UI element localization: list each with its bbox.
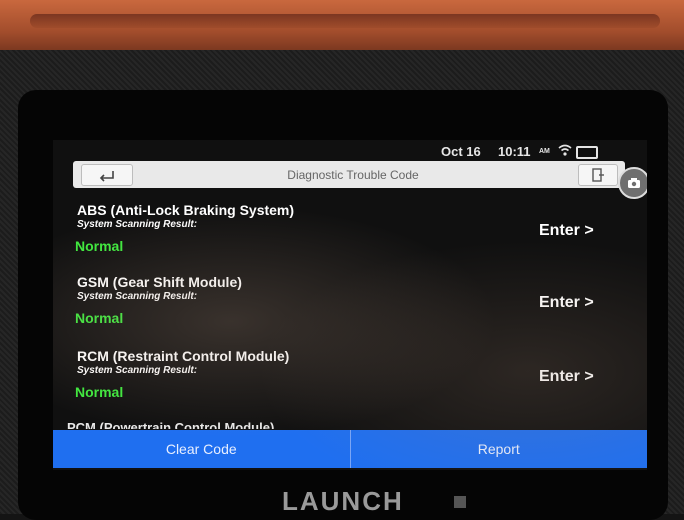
system-item-rcm[interactable]: RCM (Restraint Control Module) System Sc…: [53, 338, 647, 408]
battery-icon: [576, 146, 598, 159]
scan-result-label: System Scanning Result:: [77, 365, 198, 376]
system-list: ABS (Anti-Lock Braking System) System Sc…: [53, 192, 647, 430]
exit-button[interactable]: [578, 164, 618, 186]
bottom-action-bar: Clear Code Report: [53, 430, 647, 468]
back-button[interactable]: [81, 164, 133, 186]
scan-result-value: Normal: [75, 310, 124, 326]
system-name: RCM (Restraint Control Module): [77, 348, 290, 364]
status-ampm: AM: [539, 148, 550, 155]
enter-button[interactable]: Enter >: [539, 294, 594, 312]
exit-door-icon: [592, 168, 604, 182]
status-time: 10:11: [498, 144, 531, 159]
enter-button[interactable]: Enter >: [539, 222, 594, 240]
title-bar: Diagnostic Trouble Code: [73, 161, 647, 199]
scan-result-value: Normal: [75, 384, 124, 400]
system-name: GSM (Gear Shift Module): [77, 274, 242, 290]
system-name: ABS (Anti-Lock Braking System): [77, 202, 295, 218]
status-date: Oct 16: [441, 144, 481, 159]
case-slot: [30, 14, 660, 28]
system-item-abs[interactable]: ABS (Anti-Lock Braking System) System Sc…: [53, 192, 647, 262]
back-arrow-icon: [99, 171, 114, 182]
system-item-partial[interactable]: PCM (Powertrain Control Module): [67, 420, 274, 429]
scan-result-label: System Scanning Result:: [77, 219, 198, 230]
page-title: Diagnostic Trouble Code: [287, 168, 419, 182]
report-button[interactable]: Report: [351, 430, 648, 468]
system-item-gsm[interactable]: GSM (Gear Shift Module) System Scanning …: [53, 264, 647, 334]
camera-icon: [628, 178, 640, 188]
enter-button[interactable]: Enter >: [539, 368, 594, 386]
brand-mark: [454, 496, 466, 508]
wifi-icon: [558, 144, 572, 156]
status-bar: Oct 16 10:11 AM: [53, 140, 647, 160]
clear-code-button[interactable]: Clear Code: [53, 430, 350, 468]
brand-logo: LAUNCH: [282, 486, 404, 516]
scan-result-label: System Scanning Result:: [77, 291, 198, 302]
screen: Oct 16 10:11 AM Diagnostic Trouble Code: [53, 140, 647, 470]
scan-result-value: Normal: [75, 238, 124, 254]
